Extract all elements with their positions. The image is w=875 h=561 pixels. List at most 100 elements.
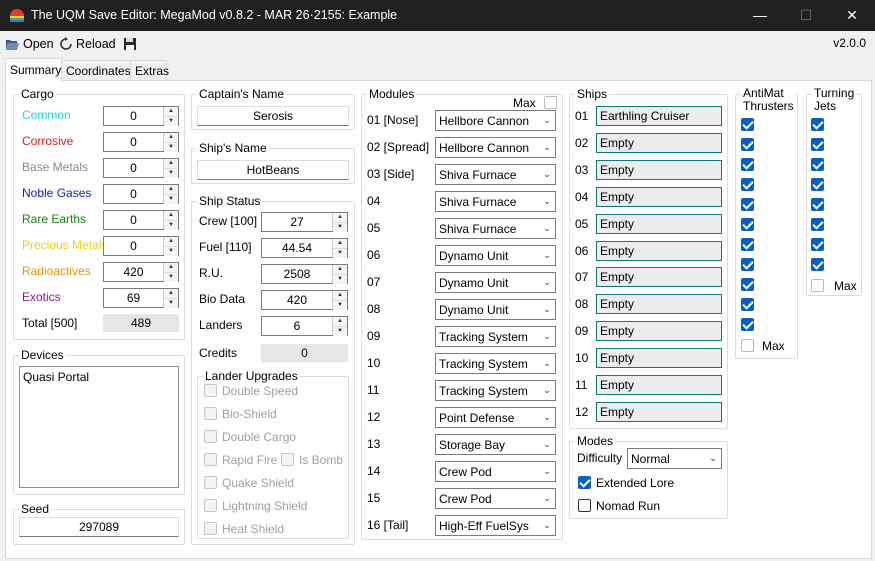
module-select[interactable]: Hellbore Cannon ⌄ <box>435 137 556 158</box>
spin-up-icon[interactable]: ▲ <box>333 239 347 249</box>
seed-input[interactable]: 297089 <box>19 517 179 537</box>
open-button[interactable]: Open <box>5 35 54 53</box>
antimat-thruster-checkbox[interactable] <box>741 138 754 151</box>
devices-list[interactable]: Quasi Portal <box>19 366 179 488</box>
lander-upgrade-checkbox[interactable] <box>204 453 217 466</box>
spinner-arrows[interactable]: ▲ ▼ <box>332 291 347 310</box>
spin-up-icon[interactable]: ▲ <box>333 213 347 223</box>
spin-up-icon[interactable]: ▲ <box>164 185 178 195</box>
save-button[interactable] <box>123 35 137 53</box>
spinner-arrows[interactable]: ▲ ▼ <box>332 265 347 284</box>
module-select[interactable]: Tracking System ⌄ <box>435 326 556 347</box>
spin-down-icon[interactable]: ▼ <box>164 221 178 230</box>
spinner-arrows[interactable]: ▲ ▼ <box>163 263 178 282</box>
maximize-button[interactable]: ☐ <box>783 0 829 31</box>
antimat-thruster-checkbox[interactable] <box>741 178 754 191</box>
module-select[interactable]: Hellbore Cannon ⌄ <box>435 110 556 131</box>
antimat-max-checkbox[interactable] <box>741 339 754 352</box>
status-spinner[interactable]: 44.54 ▲ ▼ <box>261 238 348 258</box>
close-button[interactable]: ✕ <box>829 0 875 31</box>
module-select[interactable]: Shiva Furnace ⌄ <box>435 218 556 239</box>
module-select[interactable]: Shiva Furnace ⌄ <box>435 164 556 185</box>
module-select[interactable]: Tracking System ⌄ <box>435 353 556 374</box>
spin-up-icon[interactable]: ▲ <box>164 107 178 117</box>
ship-slot-field[interactable]: Empty <box>596 240 722 261</box>
ship-slot-field[interactable]: Empty <box>596 132 722 153</box>
antimat-thruster-checkbox[interactable] <box>741 198 754 211</box>
difficulty-select[interactable]: Normal ⌄ <box>627 448 722 469</box>
spin-down-icon[interactable]: ▼ <box>164 299 178 308</box>
module-select[interactable]: Dynamo Unit ⌄ <box>435 245 556 266</box>
turning-jet-checkbox[interactable] <box>811 158 824 171</box>
spin-up-icon[interactable]: ▲ <box>164 159 178 169</box>
spin-down-icon[interactable]: ▼ <box>164 273 178 282</box>
spin-down-icon[interactable]: ▼ <box>164 247 178 256</box>
nomad-run-checkbox[interactable] <box>578 499 591 512</box>
spinner-arrows[interactable]: ▲ ▼ <box>163 159 178 178</box>
status-spinner[interactable]: 420 ▲ ▼ <box>261 290 348 310</box>
turning-jet-checkbox[interactable] <box>811 118 824 131</box>
spinner-arrows[interactable]: ▲ ▼ <box>163 237 178 256</box>
turning-jet-checkbox[interactable] <box>811 258 824 271</box>
antimat-thruster-checkbox[interactable] <box>741 258 754 271</box>
spinner-arrows[interactable]: ▲ ▼ <box>163 289 178 308</box>
spin-down-icon[interactable]: ▼ <box>164 169 178 178</box>
ship-slot-field[interactable]: Empty <box>596 159 722 180</box>
spinner-arrows[interactable]: ▲ ▼ <box>163 107 178 126</box>
antimat-thruster-checkbox[interactable] <box>741 238 754 251</box>
status-spinner[interactable]: 6 ▲ ▼ <box>261 316 348 336</box>
spin-up-icon[interactable]: ▲ <box>333 265 347 275</box>
ship-slot-field[interactable]: Empty <box>596 348 722 369</box>
module-select[interactable]: Shiva Furnace ⌄ <box>435 191 556 212</box>
antimat-thruster-checkbox[interactable] <box>741 218 754 231</box>
module-select[interactable]: Dynamo Unit ⌄ <box>435 272 556 293</box>
spinner-arrows[interactable]: ▲ ▼ <box>332 213 347 232</box>
spinner-arrows[interactable]: ▲ ▼ <box>332 317 347 336</box>
ship-slot-field[interactable]: Empty <box>596 186 722 207</box>
spin-down-icon[interactable]: ▼ <box>164 143 178 152</box>
modules-max-checkbox[interactable] <box>544 96 557 109</box>
module-select[interactable]: Crew Pod ⌄ <box>435 488 556 509</box>
cargo-spinner[interactable]: 420 ▲ ▼ <box>103 262 179 282</box>
antimat-thruster-checkbox[interactable] <box>741 278 754 291</box>
spin-up-icon[interactable]: ▲ <box>164 237 178 247</box>
captain-name-input[interactable]: Serosis <box>197 106 349 126</box>
ship-slot-field[interactable]: Empty <box>596 375 722 395</box>
spin-up-icon[interactable]: ▲ <box>164 211 178 221</box>
spin-up-icon[interactable]: ▲ <box>333 291 347 301</box>
ship-slot-field[interactable]: Empty <box>596 321 722 342</box>
turning-jet-checkbox[interactable] <box>811 218 824 231</box>
lander-upgrade-checkbox[interactable] <box>281 453 294 466</box>
reload-button[interactable]: Reload <box>59 35 116 53</box>
cargo-spinner[interactable]: 0 ▲ ▼ <box>103 106 179 126</box>
lander-upgrade-checkbox[interactable] <box>204 499 217 512</box>
lander-upgrade-checkbox[interactable] <box>204 384 217 397</box>
spin-up-icon[interactable]: ▲ <box>164 263 178 273</box>
spinner-arrows[interactable]: ▲ ▼ <box>163 211 178 230</box>
ship-name-input[interactable]: HotBeans <box>197 160 349 180</box>
tab-summary[interactable]: Summary <box>5 58 62 81</box>
spin-up-icon[interactable]: ▲ <box>164 133 178 143</box>
module-select[interactable]: High-Eff FuelSys ⌄ <box>435 515 556 536</box>
minimize-button[interactable]: — <box>737 0 783 31</box>
title-bar[interactable]: The UQM Save Editor: MegaMod v0.8.2 - MA… <box>0 0 875 31</box>
tab-extras[interactable]: Extras <box>130 60 169 81</box>
spin-down-icon[interactable]: ▼ <box>333 327 347 336</box>
lander-upgrade-checkbox[interactable] <box>204 476 217 489</box>
tab-coordinates[interactable]: Coordinates <box>61 60 131 81</box>
spinner-arrows[interactable]: ▲ ▼ <box>163 185 178 204</box>
module-select[interactable]: Storage Bay ⌄ <box>435 434 556 455</box>
module-select[interactable]: Point Defense ⌄ <box>435 407 556 428</box>
spin-down-icon[interactable]: ▼ <box>164 195 178 204</box>
extended-lore-checkbox[interactable] <box>578 476 591 489</box>
antimat-thruster-checkbox[interactable] <box>741 318 754 331</box>
ship-slot-field[interactable]: Empty <box>596 401 722 422</box>
module-select[interactable]: Dynamo Unit ⌄ <box>435 299 556 320</box>
module-select[interactable]: Tracking System ⌄ <box>435 380 556 401</box>
cargo-spinner[interactable]: 69 ▲ ▼ <box>103 288 179 308</box>
cargo-spinner[interactable]: 0 ▲ ▼ <box>103 236 179 256</box>
ship-slot-field[interactable]: Empty <box>596 294 722 315</box>
antimat-thruster-checkbox[interactable] <box>741 298 754 311</box>
spin-down-icon[interactable]: ▼ <box>333 249 347 258</box>
cargo-spinner[interactable]: 0 ▲ ▼ <box>103 184 179 204</box>
